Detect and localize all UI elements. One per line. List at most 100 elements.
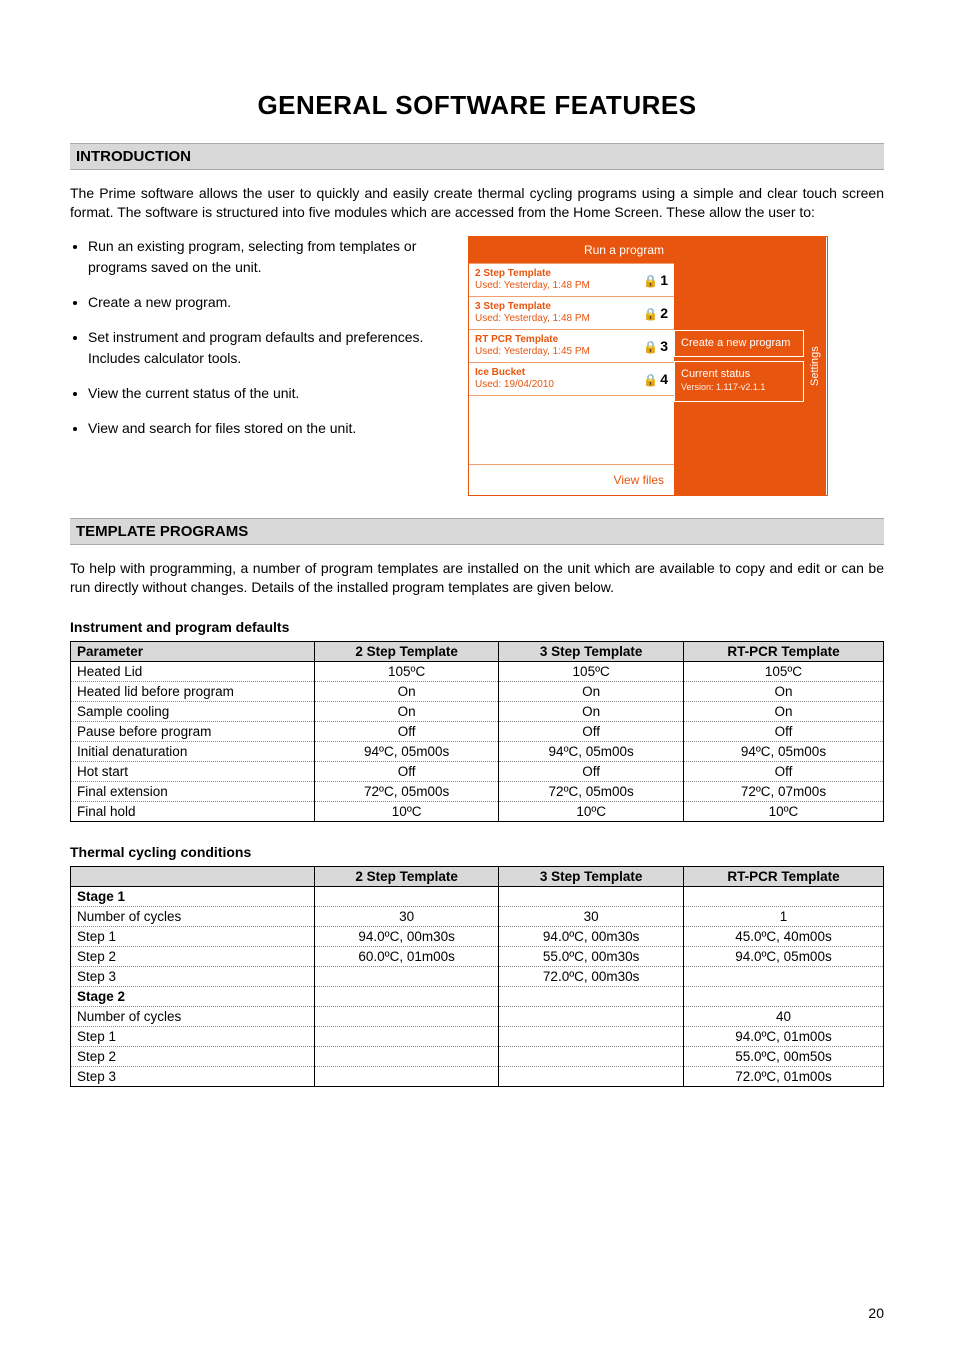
program-list-item[interactable]: Ice BucketUsed: 19/04/2010 4 [469, 362, 674, 395]
table-header: 3 Step Template [499, 866, 684, 886]
value-cell: 94.0ºC, 05m00s [683, 946, 883, 966]
templates-text: To help with programming, a number of pr… [70, 559, 884, 597]
program-name: RT PCR Template [475, 334, 590, 346]
value-cell: Off [314, 721, 499, 741]
program-list-item[interactable]: RT PCR TemplateUsed: Yesterday, 1:45 PM … [469, 329, 674, 362]
value-cell: 94.0ºC, 01m00s [683, 1026, 883, 1046]
value-cell: 94ºC, 05m00s [314, 741, 499, 761]
parameter-cell: Step 2 [71, 1046, 315, 1066]
value-cell [683, 986, 883, 1006]
parameter-cell: Number of cycles [71, 906, 315, 926]
parameter-cell: Step 3 [71, 1066, 315, 1086]
value-cell: Off [499, 761, 684, 781]
program-meta: Used: Yesterday, 1:45 PM [475, 346, 590, 357]
table-row: Stage 2 [71, 986, 884, 1006]
intro-text: The Prime software allows the user to qu… [70, 184, 884, 222]
parameter-cell: Hot start [71, 761, 315, 781]
parameter-cell: Number of cycles [71, 1006, 315, 1026]
value-cell: 94ºC, 05m00s [683, 741, 883, 761]
value-cell: 30 [314, 906, 499, 926]
parameter-cell: Step 1 [71, 1026, 315, 1046]
value-cell: 10ºC [499, 801, 684, 821]
table-header: RT-PCR Template [683, 866, 883, 886]
intro-bullet: View the current status of the unit. [88, 383, 448, 404]
value-cell: 60.0ºC, 01m00s [314, 946, 499, 966]
value-cell [499, 1026, 684, 1046]
value-cell [499, 1066, 684, 1086]
current-status-button[interactable]: Current status Version: 1.117-v2.1.1 [674, 361, 804, 401]
section-heading-introduction: INTRODUCTION [70, 143, 884, 170]
value-cell: 30 [499, 906, 684, 926]
table-row: Step 194.0ºC, 00m30s94.0ºC, 00m30s45.0ºC… [71, 926, 884, 946]
create-program-button[interactable]: Create a new program [674, 330, 804, 357]
lock-icon: 2 [638, 305, 668, 321]
program-name: 3 Step Template [475, 301, 590, 313]
lock-icon: 3 [638, 338, 668, 354]
table-header: RT-PCR Template [683, 641, 883, 661]
intro-bullet: Set instrument and program defaults and … [88, 327, 448, 369]
table-header: Parameter [71, 641, 315, 661]
version-label: Version: 1.117-v2.1.1 [681, 382, 765, 392]
cycling-subheading: Thermal cycling conditions [70, 844, 884, 860]
table-row: Stage 1 [71, 886, 884, 906]
table-row: Step 3 72.0ºC, 00m30s [71, 966, 884, 986]
value-cell: On [683, 701, 883, 721]
table-header: 2 Step Template [314, 641, 499, 661]
table-row: Step 1 94.0ºC, 01m00s [71, 1026, 884, 1046]
value-cell: 1 [683, 906, 883, 926]
value-cell: On [499, 681, 684, 701]
value-cell: 40 [683, 1006, 883, 1026]
intro-bullet-list: Run an existing program, selecting from … [70, 236, 448, 496]
value-cell [499, 886, 684, 906]
defaults-table: Parameter 2 Step Template 3 Step Templat… [70, 641, 884, 822]
intro-bullet: View and search for files stored on the … [88, 418, 448, 439]
program-name: Ice Bucket [475, 367, 554, 379]
value-cell: Off [683, 761, 883, 781]
value-cell: 72.0ºC, 00m30s [499, 966, 684, 986]
value-cell: On [499, 701, 684, 721]
program-meta: Used: Yesterday, 1:48 PM [475, 313, 590, 324]
lock-icon: 1 [638, 272, 668, 288]
table-row: Step 255.0ºC, 00m50s [71, 1046, 884, 1066]
table-row: Initial denaturation94ºC, 05m00s94ºC, 05… [71, 741, 884, 761]
value-cell: Off [683, 721, 883, 741]
table-row: Step 3 72.0ºC, 01m00s [71, 1066, 884, 1086]
table-header: 3 Step Template [499, 641, 684, 661]
table-row: Final extension72ºC, 05m00s72ºC, 05m00s7… [71, 781, 884, 801]
value-cell: 72ºC, 05m00s [499, 781, 684, 801]
value-cell [314, 886, 499, 906]
table-row: Number of cycles 40 [71, 1006, 884, 1026]
value-cell: 72ºC, 07m00s [683, 781, 883, 801]
run-program-header[interactable]: Run a program [469, 237, 674, 263]
program-meta: Used: Yesterday, 1:48 PM [475, 280, 590, 291]
program-list-item[interactable]: 3 Step TemplateUsed: Yesterday, 1:48 PM … [469, 296, 674, 329]
program-meta: Used: 19/04/2010 [475, 379, 554, 390]
intro-bullet: Run an existing program, selecting from … [88, 236, 448, 278]
program-list-item[interactable]: 2 Step TemplateUsed: Yesterday, 1:48 PM … [469, 263, 674, 296]
value-cell [683, 886, 883, 906]
table-row: Sample coolingOnOnOn [71, 701, 884, 721]
value-cell [314, 1066, 499, 1086]
value-cell: 72.0ºC, 01m00s [683, 1066, 883, 1086]
parameter-cell: Step 2 [71, 946, 315, 966]
value-cell: 94.0ºC, 00m30s [499, 926, 684, 946]
parameter-cell: Initial denaturation [71, 741, 315, 761]
status-label: Current status [681, 368, 750, 380]
value-cell: On [314, 701, 499, 721]
table-row: Heated lid before programOnOnOn [71, 681, 884, 701]
value-cell: 45.0ºC, 40m00s [683, 926, 883, 946]
value-cell [314, 966, 499, 986]
value-cell: Off [499, 721, 684, 741]
parameter-cell: Heated lid before program [71, 681, 315, 701]
table-header [71, 866, 315, 886]
home-screen-figure: Run a program 2 Step TemplateUsed: Yeste… [468, 236, 828, 496]
settings-tab[interactable]: Settings [804, 237, 827, 495]
value-cell: On [683, 681, 883, 701]
value-cell [314, 1046, 499, 1066]
value-cell: 10ºC [314, 801, 499, 821]
parameter-cell: Final hold [71, 801, 315, 821]
value-cell [499, 1046, 684, 1066]
view-files-button[interactable]: View files [469, 464, 674, 495]
value-cell [499, 986, 684, 1006]
parameter-cell: Step 3 [71, 966, 315, 986]
